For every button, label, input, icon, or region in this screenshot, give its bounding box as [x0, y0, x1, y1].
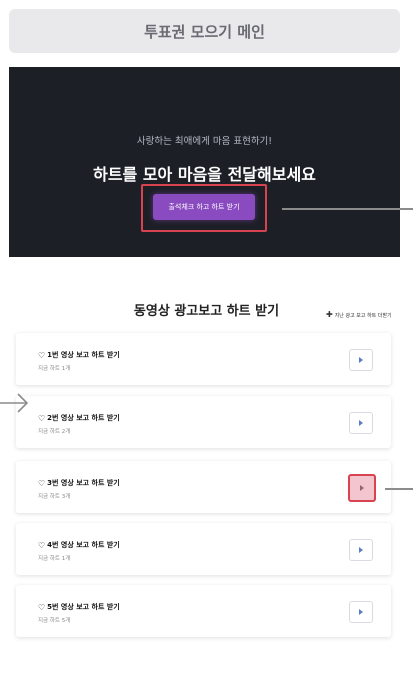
heart-outline-icon: ♡: [38, 350, 46, 360]
attendance-check-button[interactable]: 출석체크 하고 하트 받기: [153, 194, 255, 220]
play-icon: [359, 547, 363, 553]
video-card-3: ♡ 3번 영상 보고 하트 받기 지금 하트 3개: [16, 461, 391, 513]
attendance-banner: 사랑하는 최애에게 마음 표현하기! 하트를 모아 마음을 전달해보세요 출석체…: [9, 67, 400, 257]
attend-button-highlight: 출석체크 하고 하트 받기: [141, 184, 267, 232]
card-title-label: 1번 영상 보고 하트 받기: [47, 351, 120, 359]
play-button[interactable]: [349, 349, 373, 371]
annotation-line: [385, 488, 413, 490]
video-card-1: ♡ 1번 영상 보고 하트 받기 지금 하트 1개: [16, 333, 391, 385]
heart-outline-icon: ♡: [38, 478, 46, 488]
card-title-label: 3번 영상 보고 하트 받기: [47, 479, 120, 487]
heart-outline-icon: ♡: [38, 413, 46, 423]
play-icon: [359, 609, 363, 615]
card-heart-count: 지금 하트 3개: [38, 494, 71, 500]
plus-icon: ✚: [326, 310, 333, 319]
play-button[interactable]: [349, 539, 373, 561]
video-card-4: ♡ 4번 영상 보고 하트 받기 지금 하트 1개: [16, 523, 391, 575]
play-icon: [360, 485, 364, 491]
play-icon: [359, 357, 363, 363]
play-button-highlighted[interactable]: [348, 474, 376, 502]
card-heart-count: 지금 하트 1개: [38, 366, 71, 372]
card-title: ♡ 1번 영상 보고 하트 받기: [38, 350, 120, 360]
card-title: ♡ 4번 영상 보고 하트 받기: [38, 540, 120, 550]
banner-headline: 하트를 모아 마음을 전달해보세요: [93, 165, 316, 184]
card-title: ♡ 3번 영상 보고 하트 받기: [38, 478, 120, 488]
card-heart-count: 지금 하트 2개: [38, 429, 71, 435]
video-card-2: ♡ 2번 영상 보고 하트 받기 지금 하트 2개: [16, 396, 391, 448]
card-title-label: 5번 영상 보고 하트 받기: [47, 603, 120, 611]
heart-outline-icon: ♡: [38, 602, 46, 612]
video-card-5: ♡ 5번 영상 보고 하트 받기 지금 하트 5개: [16, 585, 391, 637]
play-button[interactable]: [349, 601, 373, 623]
card-heart-count: 지금 하트 1개: [38, 556, 71, 562]
past-ads-link[interactable]: ✚ 지난 광고 보고 하트 더받기: [326, 311, 392, 319]
past-ads-link-label: 지난 광고 보고 하트 더받기: [334, 312, 392, 319]
card-title: ♡ 5번 영상 보고 하트 받기: [38, 602, 120, 612]
heart-outline-icon: ♡: [38, 540, 46, 550]
card-title: ♡ 2번 영상 보고 하트 받기: [38, 413, 120, 423]
page-title: 투표권 모으기 메인: [9, 9, 400, 53]
card-title-label: 2번 영상 보고 하트 받기: [47, 414, 120, 422]
annotation-line: [282, 208, 413, 210]
banner-subtitle: 사랑하는 최애에게 마음 표현하기!: [136, 136, 273, 147]
play-icon: [359, 420, 363, 426]
card-title-label: 4번 영상 보고 하트 받기: [47, 541, 120, 549]
play-button[interactable]: [349, 412, 373, 434]
annotation-arrow-icon: [0, 393, 29, 413]
card-heart-count: 지금 하트 5개: [38, 618, 71, 624]
